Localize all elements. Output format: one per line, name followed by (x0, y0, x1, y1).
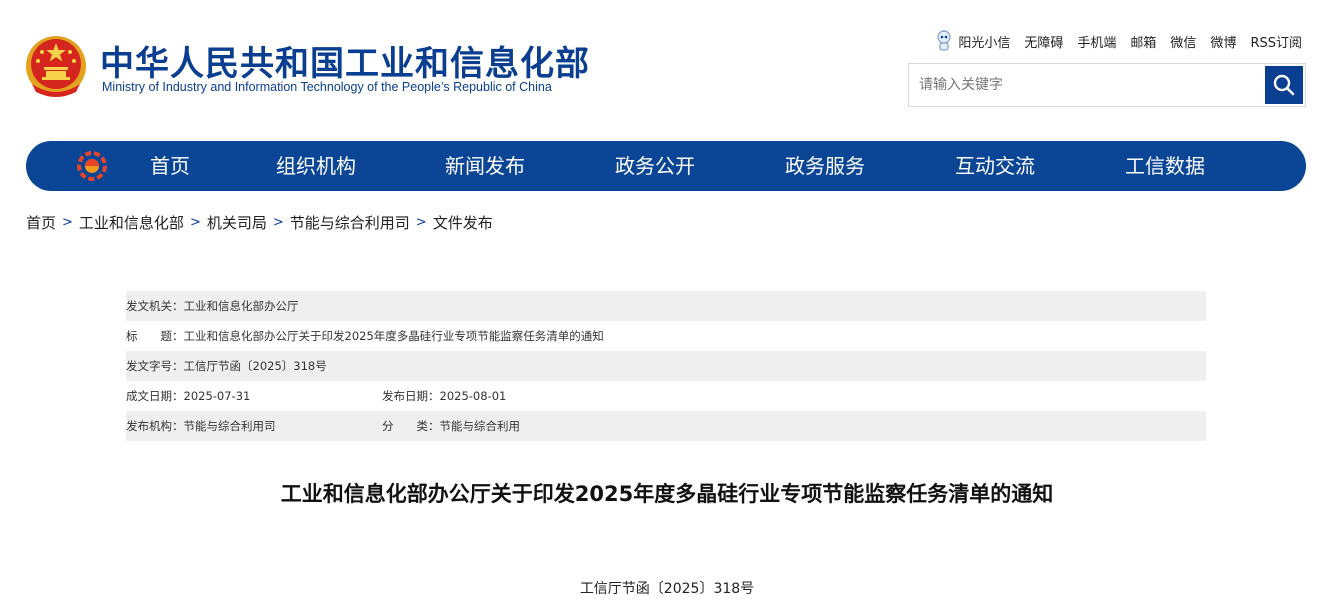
meta-row-dates: 成文日期：2025-07-31 发布日期：2025-08-01 (126, 381, 1206, 411)
meta-label-category: 分 类： (382, 419, 440, 433)
search-icon (1273, 74, 1295, 96)
search-input[interactable] (909, 64, 1265, 106)
top-link-accessibility[interactable]: 无障碍 (1024, 32, 1063, 51)
meta-row-org: 发布机构：节能与综合利用司 分 类：节能与综合利用 (126, 411, 1206, 441)
breadcrumb-energy-dept[interactable]: 节能与综合利用司 (290, 212, 410, 233)
assistant-robot-icon[interactable] (936, 30, 952, 52)
nav-item-organization[interactable]: 组织机构 (276, 141, 356, 191)
nav-item-data[interactable]: 工信数据 (1125, 141, 1205, 191)
nav-item-home[interactable]: 首页 (150, 141, 190, 191)
meta-value-category: 节能与综合利用 (439, 419, 521, 433)
nav-item-services[interactable]: 政务服务 (785, 141, 865, 191)
meta-label-org: 发布机构： (126, 419, 184, 433)
article-doc-number: 工信厅节函〔2025〕318号 (579, 581, 755, 597)
meta-label-title: 标 题： (126, 329, 184, 343)
meta-value-date-written: 2025-07-31 (183, 389, 251, 403)
breadcrumb-ministry[interactable]: 工业和信息化部 (79, 212, 184, 233)
top-link-weibo[interactable]: 微博 (1210, 32, 1236, 51)
breadcrumb: 首页 > 工业和信息化部 > 机关司局 > 节能与综合利用司 > 文件发布 (26, 212, 493, 233)
chevron-right-icon: > (62, 215, 73, 230)
meta-value-date-published: 2025-08-01 (439, 389, 507, 403)
meta-value-org: 节能与综合利用司 (183, 419, 276, 433)
meta-value-title: 工业和信息化部办公厅关于印发2025年度多晶硅行业专项节能监察任务清单的通知 (183, 329, 604, 343)
national-emblem-icon (24, 34, 88, 100)
main-nav: 首页 组织机构 新闻发布 政务公开 政务服务 互动交流 工信数据 (26, 141, 1306, 191)
site-title-english[interactable]: Ministry of Industry and Information Tec… (102, 80, 552, 94)
nav-item-interaction[interactable]: 互动交流 (955, 141, 1035, 191)
breadcrumb-home[interactable]: 首页 (26, 212, 56, 233)
miit-logo-icon[interactable] (76, 150, 108, 182)
search-button[interactable] (1265, 66, 1303, 104)
search-box (908, 63, 1306, 107)
meta-row-doc-no: 发文字号：工信厅节函〔2025〕318号 (126, 351, 1206, 381)
top-link-mail[interactable]: 邮箱 (1130, 32, 1156, 51)
top-link-wechat[interactable]: 微信 (1170, 32, 1196, 51)
breadcrumb-documents[interactable]: 文件发布 (433, 212, 493, 233)
chevron-right-icon: > (272, 215, 284, 230)
chevron-right-icon: > (189, 215, 201, 230)
document-meta-table: 发文机关：工业和信息化部办公厅 标 题：工业和信息化部办公厅关于印发2025年度… (126, 291, 1206, 441)
meta-row-title: 标 题：工业和信息化部办公厅关于印发2025年度多晶硅行业专项节能监察任务清单的… (126, 321, 1206, 351)
nav-item-government-affairs[interactable]: 政务公开 (615, 141, 695, 191)
top-link-rss[interactable]: RSS订阅 (1250, 32, 1302, 51)
meta-value-issuer: 工业和信息化部办公厅 (183, 299, 299, 313)
breadcrumb-departments[interactable]: 机关司局 (207, 212, 267, 233)
top-links: 阳光小信 无障碍 手机端 邮箱 微信 微博 RSS订阅 (936, 30, 1302, 52)
article-title: 工业和信息化部办公厅关于印发2025年度多晶硅行业专项节能监察任务清单的通知 (280, 482, 1054, 506)
nav-item-news[interactable]: 新闻发布 (445, 141, 525, 191)
chevron-right-icon: > (415, 215, 427, 230)
site-title[interactable]: 中华人民共和国工业和信息化部 (100, 36, 590, 85)
meta-label-date-written: 成文日期： (126, 389, 184, 403)
top-link-sunshine-xiaoxin[interactable]: 阳光小信 (958, 32, 1010, 51)
top-link-mobile[interactable]: 手机端 (1077, 32, 1116, 51)
meta-label-issuer: 发文机关： (126, 299, 184, 313)
meta-label-date-published: 发布日期： (382, 389, 440, 403)
meta-label-doc-no: 发文字号： (126, 359, 184, 373)
meta-value-doc-no: 工信厅节函〔2025〕318号 (183, 359, 327, 373)
meta-row-issuer: 发文机关：工业和信息化部办公厅 (126, 291, 1206, 321)
